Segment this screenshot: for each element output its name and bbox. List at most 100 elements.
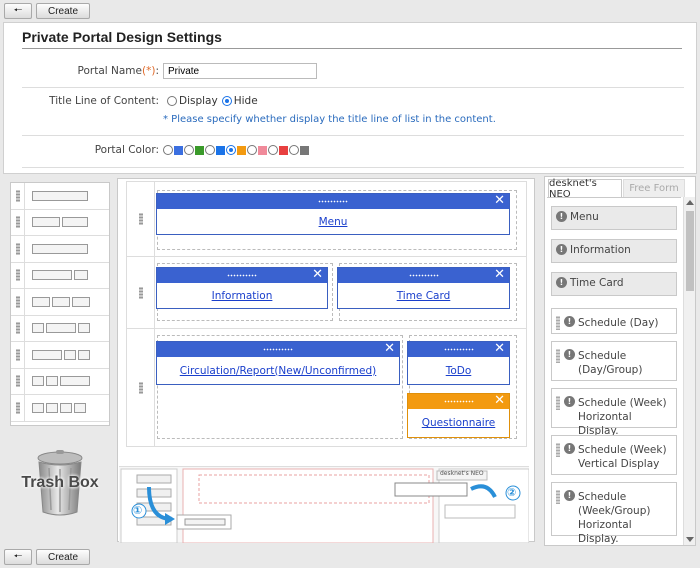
- color-radio[interactable]: [268, 145, 278, 155]
- part-item[interactable]: ! Schedule (Week) Vertical Display: [551, 435, 677, 475]
- drag-handle-icon[interactable]: [556, 490, 560, 504]
- color-radio[interactable]: [163, 145, 173, 155]
- part-label: Schedule (Week) Vertical Display: [578, 444, 667, 470]
- color-radio[interactable]: [205, 145, 215, 155]
- title-line-label: Title Line of Content:: [49, 95, 159, 107]
- page-title: Private Portal Design Settings: [22, 29, 682, 49]
- alert-icon: !: [564, 490, 575, 501]
- step-two-marker: ②: [507, 486, 517, 499]
- part-item[interactable]: ! Schedule (Day): [551, 308, 677, 334]
- create-button[interactable]: Create: [36, 549, 90, 565]
- row-drag-handle[interactable]: [127, 329, 155, 446]
- drag-handle-icon[interactable]: [11, 209, 25, 235]
- drag-handle-icon[interactable]: [556, 443, 560, 457]
- part-item-fixed[interactable]: ! Menu: [551, 206, 677, 230]
- layout-template[interactable]: [11, 183, 109, 210]
- back-button[interactable]: 🠔: [4, 549, 32, 565]
- widget-information[interactable]: ✕ Information: [156, 267, 328, 309]
- row-drag-handle[interactable]: [127, 182, 155, 256]
- color-radio[interactable]: [247, 145, 257, 155]
- close-icon[interactable]: ✕: [312, 267, 323, 282]
- widget-menu-link[interactable]: Menu: [319, 216, 348, 228]
- drag-handle-icon[interactable]: [11, 262, 25, 288]
- widget-menu[interactable]: ✕ Menu: [156, 193, 510, 235]
- drag-handle-icon[interactable]: [11, 289, 25, 315]
- close-icon[interactable]: ✕: [384, 341, 395, 356]
- layout-template[interactable]: [11, 236, 109, 263]
- layout-column: [78, 323, 90, 334]
- part-item[interactable]: ! Schedule (Day/Group): [551, 341, 677, 381]
- layout-template[interactable]: [11, 368, 109, 395]
- tab-desknets-neo[interactable]: desknet's NEO: [548, 178, 622, 200]
- part-item-fixed[interactable]: ! Information: [551, 239, 677, 263]
- drag-dots-icon[interactable]: [263, 348, 293, 351]
- top-toolbar: 🠔 Create: [0, 0, 700, 22]
- color-radio[interactable]: [289, 145, 299, 155]
- part-item[interactable]: ! Schedule (Week) Horizontal Display.: [551, 388, 677, 437]
- widget-time-card[interactable]: ✕ Time Card: [337, 267, 510, 309]
- color-swatch: [237, 145, 246, 155]
- parts-scrollbar[interactable]: [683, 197, 695, 545]
- drag-handle-icon[interactable]: [11, 395, 25, 421]
- scroll-down-icon[interactable]: [686, 537, 694, 542]
- widget-time-card-link[interactable]: Time Card: [397, 290, 451, 302]
- close-icon[interactable]: ✕: [494, 341, 505, 356]
- layout-column: [32, 270, 72, 281]
- layout-column: [60, 402, 72, 413]
- create-button[interactable]: Create: [36, 3, 90, 19]
- widget-todo[interactable]: ✕ ToDo: [407, 341, 510, 385]
- layout-template[interactable]: [11, 342, 109, 369]
- part-item-fixed[interactable]: ! Time Card: [551, 272, 677, 296]
- back-button[interactable]: 🠔: [4, 3, 32, 19]
- drag-handle-icon[interactable]: [556, 349, 560, 363]
- drag-dots-icon[interactable]: [443, 400, 474, 403]
- widget-information-link[interactable]: Information: [212, 290, 273, 302]
- radio-display[interactable]: [167, 96, 177, 106]
- row-drag-handle[interactable]: [127, 257, 155, 328]
- widget-questionnaire[interactable]: ✕ Questionnaire: [407, 393, 510, 438]
- scroll-up-icon[interactable]: [686, 200, 694, 205]
- portal-name-label: Portal Name: [77, 65, 142, 77]
- widget-circulation-link[interactable]: Circulation/Report(New/Unconfirmed): [180, 365, 377, 377]
- widget-todo-link[interactable]: ToDo: [446, 365, 472, 377]
- layout-template[interactable]: [11, 289, 109, 316]
- drag-handle-icon[interactable]: [556, 316, 560, 330]
- drag-handle-icon[interactable]: [11, 183, 25, 209]
- drag-dots-icon[interactable]: [443, 348, 474, 351]
- alert-icon: !: [564, 316, 575, 327]
- layout-column: [74, 270, 88, 281]
- color-radio[interactable]: [226, 145, 236, 155]
- part-label: Schedule (Day/Group): [578, 350, 643, 376]
- portal-name-input[interactable]: [163, 63, 317, 79]
- drag-dots-icon[interactable]: [318, 200, 348, 203]
- step-one-marker: ①: [133, 504, 143, 517]
- drag-handle-icon[interactable]: [11, 342, 25, 368]
- drag-handle-icon[interactable]: [11, 368, 25, 394]
- close-icon[interactable]: ✕: [494, 267, 505, 282]
- drag-dots-icon[interactable]: [227, 274, 257, 277]
- color-radio[interactable]: [184, 145, 194, 155]
- radio-hide[interactable]: [221, 96, 232, 106]
- part-item[interactable]: ! Schedule (Week/Group) Horizontal Displa…: [551, 482, 677, 545]
- drag-handle-icon[interactable]: [11, 315, 25, 341]
- layout-column: [32, 402, 44, 413]
- part-label: Schedule (Week/Group) Horizontal Display…: [578, 491, 651, 545]
- widget-questionnaire-link[interactable]: Questionnaire: [422, 417, 496, 429]
- close-icon[interactable]: ✕: [494, 193, 505, 208]
- drag-handle-icon[interactable]: [11, 236, 25, 262]
- part-label: Schedule (Day): [578, 317, 659, 329]
- layout-template[interactable]: [11, 395, 109, 422]
- trash-box[interactable]: Trash Box: [16, 448, 104, 520]
- scroll-thumb[interactable]: [686, 211, 694, 291]
- drag-handle-icon[interactable]: [556, 396, 560, 410]
- drag-dots-icon[interactable]: [408, 274, 439, 277]
- close-icon[interactable]: ✕: [494, 393, 505, 408]
- widget-circulation[interactable]: ✕ Circulation/Report(New/Unconfirmed): [156, 341, 400, 385]
- layout-template[interactable]: [11, 262, 109, 289]
- tab-free-form[interactable]: Free Form: [623, 179, 685, 197]
- alert-icon: !: [556, 211, 567, 222]
- radio-display-label[interactable]: Display: [179, 95, 218, 107]
- layout-template[interactable]: [11, 315, 109, 342]
- layout-template[interactable]: [11, 209, 109, 236]
- radio-hide-label[interactable]: Hide: [234, 95, 258, 107]
